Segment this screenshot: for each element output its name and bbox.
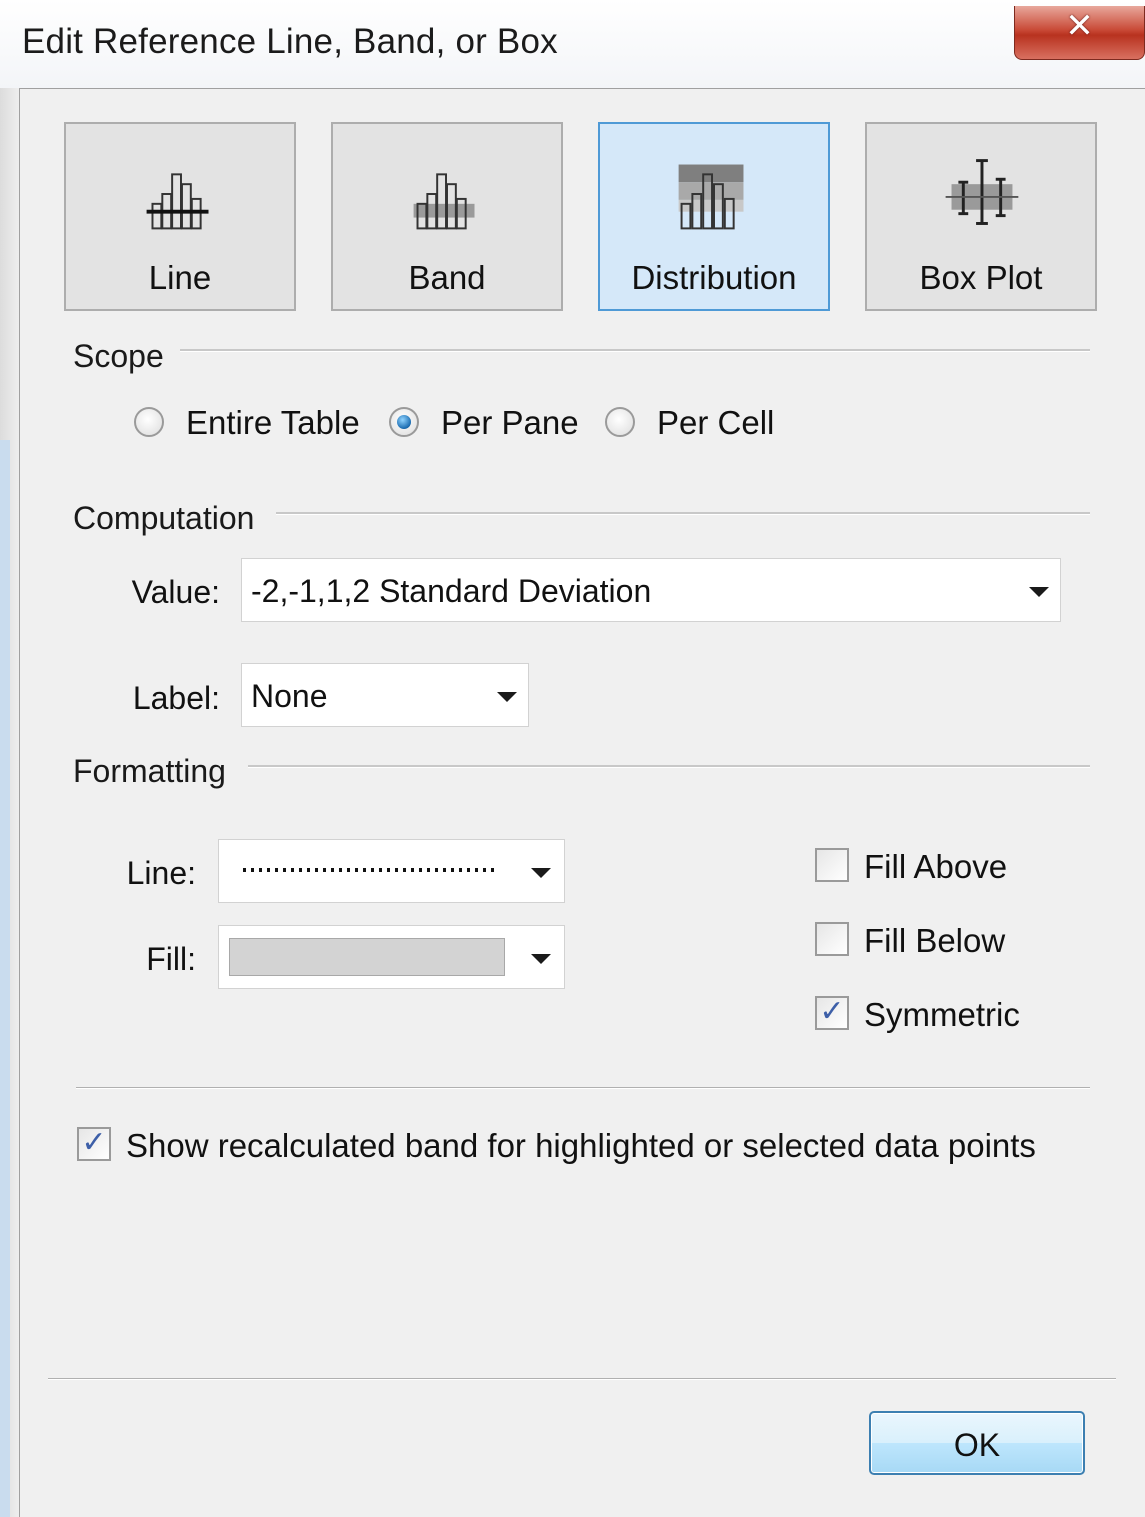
- label-dropdown-text: None: [251, 678, 328, 714]
- computation-divider: [276, 512, 1090, 515]
- radio-per-cell[interactable]: [605, 407, 635, 437]
- fill-above-label: Fill Above: [864, 848, 1008, 885]
- show-recalculated-label: Show recalculated band for highlighted o…: [126, 1127, 1036, 1164]
- ok-button-label: OK: [953, 1427, 1001, 1463]
- type-button-label: Distribution: [631, 259, 797, 296]
- line-label: Line:: [126, 855, 196, 891]
- chevron-down-icon: [1029, 587, 1049, 597]
- type-button-distribution[interactable]: Distribution: [598, 122, 830, 311]
- title-bar[interactable]: Edit Reference Line, Band, or Box ✕: [0, 0, 1145, 88]
- fill-color-dropdown[interactable]: [218, 925, 565, 989]
- symmetric-label: Symmetric: [864, 996, 1020, 1033]
- section-separator: [76, 1087, 1090, 1089]
- type-button-label: Line: [148, 259, 212, 296]
- checkmark-icon: ✓: [819, 995, 845, 1028]
- fill-label: Fill:: [146, 941, 196, 977]
- radio-per-pane[interactable]: [389, 407, 419, 437]
- reference-band-icon: [413, 173, 475, 230]
- type-button-label: Box Plot: [919, 259, 1043, 296]
- radio-label-per-pane: Per Pane: [441, 404, 579, 441]
- line-style-dropdown[interactable]: [218, 839, 565, 903]
- scope-divider: [180, 349, 1090, 352]
- radio-label-per-cell: Per Cell: [657, 404, 775, 441]
- distribution-icon: [678, 164, 744, 230]
- fill-color-swatch: [229, 938, 505, 976]
- chevron-down-icon: [531, 868, 551, 878]
- chevron-down-icon: [497, 692, 517, 702]
- close-icon: ✕: [1065, 7, 1094, 45]
- close-button[interactable]: ✕: [1014, 6, 1145, 60]
- label-field-label: Label:: [132, 680, 220, 716]
- formatting-divider: [248, 765, 1090, 768]
- value-dropdown[interactable]: -2,-1,1,2 Standard Deviation: [241, 558, 1061, 622]
- type-button-line[interactable]: Line: [64, 122, 296, 311]
- footer-separator: [48, 1378, 1116, 1380]
- type-button-box-plot[interactable]: Box Plot: [865, 122, 1097, 311]
- formatting-heading: Formatting: [73, 753, 226, 789]
- fill-below-label: Fill Below: [864, 922, 1006, 959]
- fill-above-checkbox[interactable]: [815, 848, 849, 882]
- scope-heading: Scope: [73, 338, 164, 374]
- chevron-down-icon: [531, 954, 551, 964]
- computation-heading: Computation: [73, 500, 255, 536]
- radio-label-entire-table: Entire Table: [186, 404, 360, 441]
- window-left-edge-highlight: [0, 440, 10, 1517]
- dotted-line-swatch: [243, 868, 499, 872]
- type-button-band[interactable]: Band: [331, 122, 563, 311]
- type-button-label: Band: [408, 259, 486, 296]
- show-recalculated-checkbox[interactable]: ✓: [77, 1126, 111, 1161]
- box-plot-icon: [945, 159, 1019, 225]
- label-dropdown[interactable]: None: [241, 663, 529, 727]
- checkmark-icon: ✓: [81, 1126, 107, 1159]
- fill-below-checkbox[interactable]: [815, 922, 849, 956]
- reference-line-icon: [146, 173, 209, 230]
- dialog-window: Edit Reference Line, Band, or Box ✕ Line: [0, 0, 1145, 1517]
- dialog-title: Edit Reference Line, Band, or Box: [22, 22, 558, 61]
- ok-button[interactable]: OK: [869, 1411, 1085, 1475]
- symmetric-checkbox[interactable]: ✓: [815, 995, 849, 1030]
- radio-entire-table[interactable]: [134, 407, 164, 437]
- value-dropdown-text: -2,-1,1,2 Standard Deviation: [251, 573, 652, 609]
- value-label: Value:: [131, 574, 220, 610]
